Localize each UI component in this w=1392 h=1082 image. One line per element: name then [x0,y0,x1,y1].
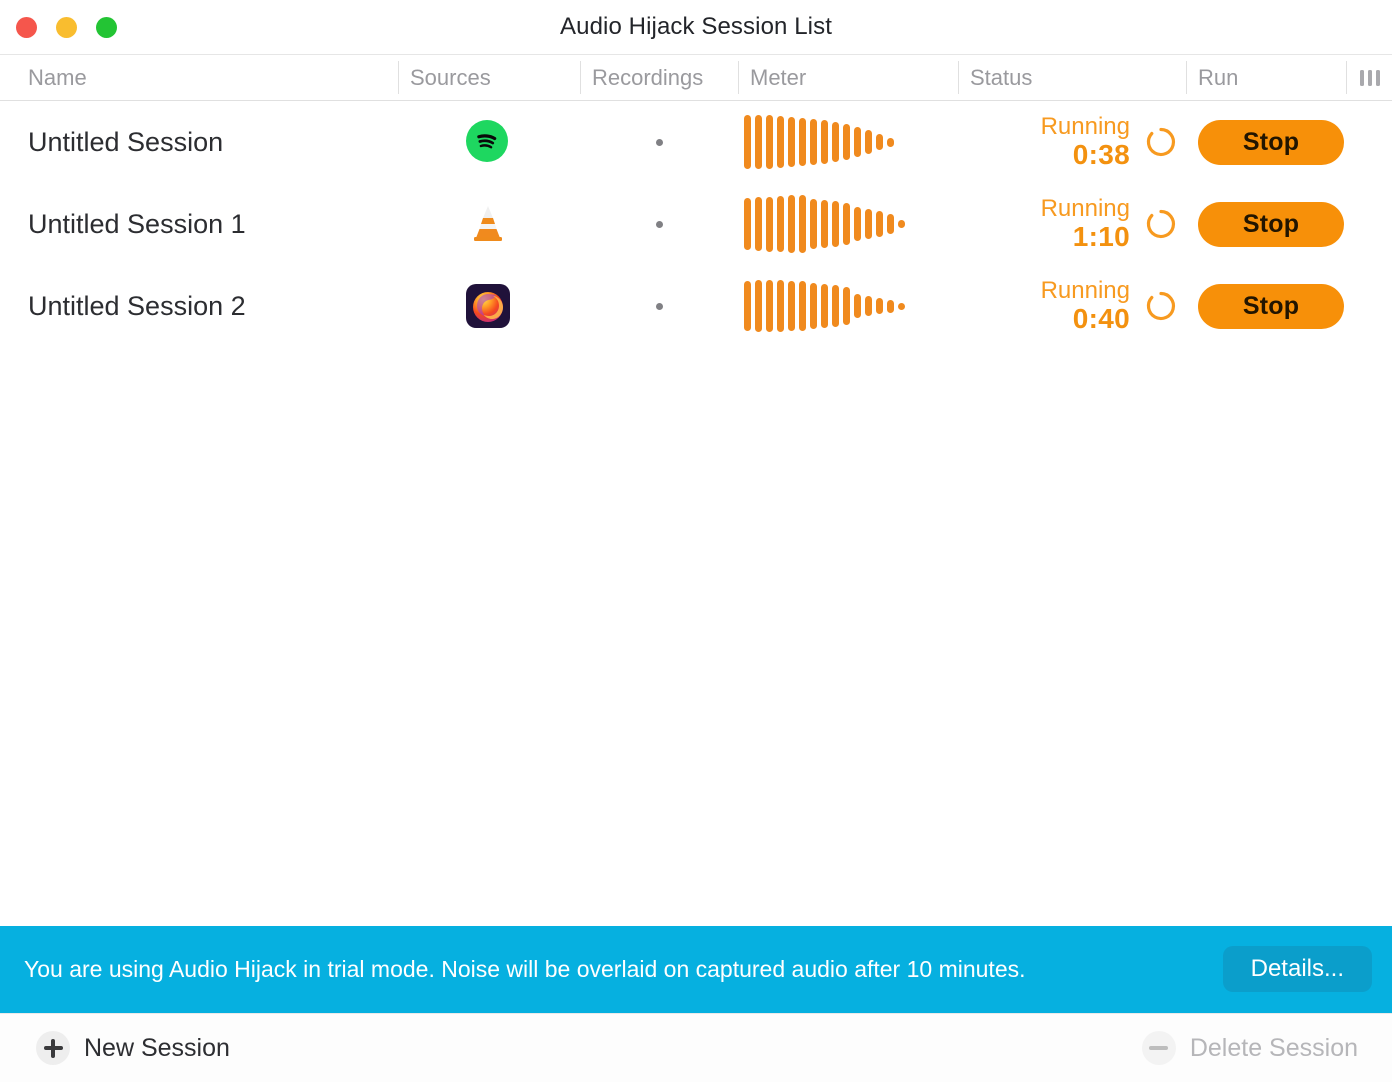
column-header-status[interactable]: Status [958,55,1186,100]
audio-hijack-window: Audio Hijack Session List Name Sources R… [0,0,1392,1082]
new-session-button[interactable]: New Session [36,1031,230,1065]
audio-level-meter [744,114,894,170]
new-session-label: New Session [84,1033,230,1062]
session-run-cell: Stop [1186,183,1392,265]
session-source-icon-cell[interactable] [398,101,578,183]
session-name: Untitled Session 2 [28,290,246,321]
status-label: Running [1040,276,1130,304]
column-header-run[interactable]: Run [1186,55,1346,100]
vlc-icon [466,202,510,246]
firefox-icon [466,284,510,328]
refresh-spinner-icon [1144,289,1178,323]
session-row[interactable]: Untitled Session 1 Running 1:10 Stop [0,183,1392,265]
title-bar: Audio Hijack Session List [0,0,1392,54]
recording-dot-icon [655,138,663,146]
minimize-window-button[interactable] [56,17,77,38]
status-label: Running [1040,112,1130,140]
trial-banner-message: You are using Audio Hijack in trial mode… [24,956,1026,983]
session-row[interactable]: Untitled Session Running 0:38 Stop [0,101,1392,183]
column-header-sources[interactable]: Sources [398,55,578,100]
status-elapsed-time: 0:40 [1072,302,1130,334]
session-list: Untitled Session Running 0:38 Stop Untitled … [0,101,1392,926]
window-title: Audio Hijack Session List [560,13,832,40]
column-header-row: Name Sources Recordings Meter Status Run [0,54,1392,101]
spotify-icon [466,120,510,164]
trial-mode-banner: You are using Audio Hijack in trial mode… [0,926,1392,1013]
session-status-cell: Running 1:10 [958,183,1186,265]
recording-dot-icon [655,220,663,228]
stop-button[interactable]: Stop [1198,119,1344,165]
session-run-cell: Stop [1186,101,1392,183]
column-header-name[interactable]: Name [16,55,396,100]
session-recordings-cell[interactable] [580,183,738,265]
refresh-spinner-icon [1144,207,1178,241]
session-meter-cell [738,101,958,183]
session-recordings-cell[interactable] [580,101,738,183]
session-name: Untitled Session 1 [28,208,246,239]
status-elapsed-time: 0:38 [1072,138,1130,170]
plus-icon [36,1031,70,1065]
traffic-lights [16,17,117,38]
banner-details-button[interactable]: Details... [1222,946,1372,992]
session-meter-cell [738,183,958,265]
column-header-meter[interactable]: Meter [738,55,958,100]
session-row[interactable]: Untitled Session 2 Running 0:40 Stop [0,265,1392,347]
session-meter-cell [738,265,958,347]
session-name: Untitled Session [28,126,224,157]
minus-icon [1141,1031,1176,1065]
session-recordings-cell[interactable] [580,265,738,347]
bottom-toolbar: New Session Delete Session [0,1013,1392,1082]
session-status-cell: Running 0:40 [958,265,1186,347]
delete-session-button[interactable]: Delete Session [1141,1031,1358,1065]
refresh-spinner-icon [1144,125,1178,159]
delete-session-label: Delete Session [1189,1033,1358,1062]
column-header-recordings[interactable]: Recordings [580,55,738,100]
audio-level-meter [744,195,905,253]
session-source-icon-cell[interactable] [398,183,578,265]
session-status-cell: Running 0:38 [958,101,1186,183]
audio-level-meter [744,278,905,334]
column-options-button[interactable] [1346,55,1392,100]
stop-button[interactable]: Stop [1198,283,1344,329]
stop-button[interactable]: Stop [1198,201,1344,247]
zoom-window-button[interactable] [96,17,117,38]
session-source-icon-cell[interactable] [398,265,578,347]
column-options-icon [1360,70,1380,86]
close-window-button[interactable] [16,17,37,38]
status-elapsed-time: 1:10 [1072,220,1130,252]
recording-dot-icon [655,302,663,310]
session-run-cell: Stop [1186,265,1392,347]
status-label: Running [1040,194,1130,222]
